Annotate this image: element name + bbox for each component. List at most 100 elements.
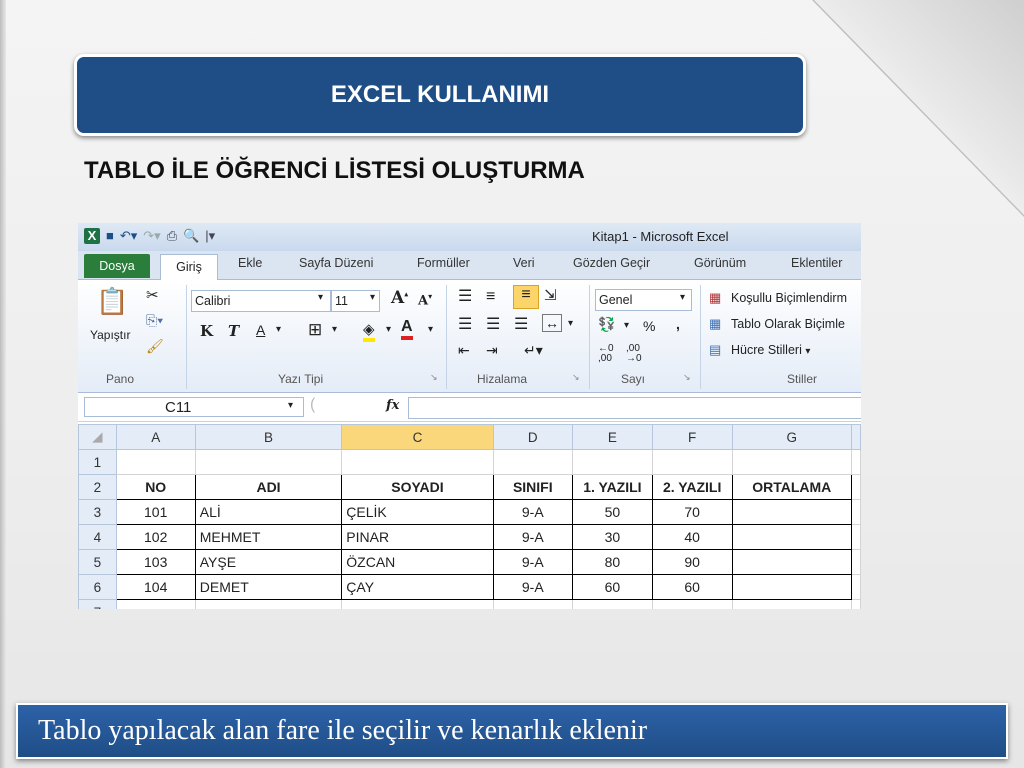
undo-icon[interactable]: ↶▾ xyxy=(120,228,137,244)
align-center-icon[interactable]: ☰ xyxy=(486,314,500,334)
align-top-icon[interactable]: ☰ xyxy=(458,286,472,306)
cell[interactable] xyxy=(731,449,852,475)
format-as-table-icon[interactable]: ▦ xyxy=(709,316,721,332)
print-icon[interactable]: ⎙ xyxy=(167,228,177,244)
number-dialog-launcher-icon[interactable]: ↘ xyxy=(683,372,691,383)
column-header[interactable]: C xyxy=(341,424,494,450)
header-cell[interactable]: SOYADI xyxy=(341,474,494,500)
save-icon[interactable]: ■ xyxy=(106,228,114,244)
fill-color-icon[interactable]: ◈ xyxy=(363,320,375,342)
row-header[interactable]: 6 xyxy=(78,574,117,600)
cell-class[interactable]: 9-A xyxy=(492,574,574,600)
cell-no[interactable]: 104 xyxy=(115,574,196,600)
cell-name[interactable]: ALİ xyxy=(194,499,343,525)
cell-average[interactable] xyxy=(731,499,852,525)
shrink-font-icon[interactable]: A▾ xyxy=(418,291,432,308)
borders-icon[interactable]: ⊞ xyxy=(308,320,322,340)
cell-surname[interactable]: ÇAY xyxy=(341,574,494,600)
worksheet-grid[interactable]: ◢ A B C D E F G 1 2 NO ADI SOYADI SINIFI… xyxy=(78,424,861,609)
name-box[interactable]: C11 xyxy=(84,397,304,417)
cell-average[interactable] xyxy=(731,574,852,600)
select-all-corner[interactable]: ◢ xyxy=(78,424,117,450)
cell-average[interactable] xyxy=(731,524,852,550)
cell-styles-button[interactable]: Hücre Stilleri ▾ xyxy=(731,343,810,357)
cell-exam2[interactable]: 70 xyxy=(651,499,733,525)
increase-decimal-icon[interactable]: ←0,00 xyxy=(598,344,614,364)
cell-average[interactable] xyxy=(731,549,852,575)
decrease-indent-icon[interactable]: ⇤ xyxy=(458,342,470,359)
conditional-formatting-icon[interactable]: ▦ xyxy=(709,290,721,306)
italic-button[interactable]: T xyxy=(228,322,239,340)
row-header[interactable]: 4 xyxy=(78,524,117,550)
cell-name[interactable]: AYŞE xyxy=(194,549,343,575)
name-box-dropdown-icon[interactable]: ▾ xyxy=(288,400,293,411)
cell[interactable] xyxy=(850,549,861,575)
cell-surname[interactable]: PINAR xyxy=(341,524,494,550)
row-header[interactable]: 5 xyxy=(78,549,117,575)
tab-data[interactable]: Veri xyxy=(513,256,535,270)
cell-exam2[interactable]: 40 xyxy=(651,524,733,550)
orientation-icon[interactable]: ⇲ xyxy=(544,286,557,304)
cell[interactable] xyxy=(341,599,494,609)
cell-exam1[interactable]: 80 xyxy=(572,549,653,575)
cell-exam1[interactable]: 30 xyxy=(572,524,653,550)
column-header[interactable]: A xyxy=(115,424,196,450)
wrap-text-icon[interactable]: ↵▾ xyxy=(524,342,543,359)
cell[interactable] xyxy=(850,449,861,475)
conditional-formatting-button[interactable]: Koşullu Biçimlendirm xyxy=(731,291,847,305)
font-name-select[interactable]: Calibri xyxy=(191,290,331,312)
row-header[interactable]: 7 xyxy=(78,599,117,609)
cell-exam1[interactable]: 60 xyxy=(572,574,653,600)
column-header[interactable]: E xyxy=(572,424,653,450)
tab-page-layout[interactable]: Sayfa Düzeni xyxy=(299,256,373,270)
cell[interactable] xyxy=(492,449,574,475)
align-right-icon[interactable]: ☰ xyxy=(514,314,528,334)
format-as-table-button[interactable]: Tablo Olarak Biçimle xyxy=(731,317,845,331)
font-dialog-launcher-icon[interactable]: ↘ xyxy=(430,372,438,383)
paste-button[interactable]: Yapıştır xyxy=(90,328,130,342)
tab-review[interactable]: Gözden Geçir xyxy=(573,256,650,270)
align-middle-icon[interactable]: ≡ xyxy=(486,288,495,306)
row-header[interactable]: 2 xyxy=(78,474,117,500)
cell[interactable] xyxy=(731,599,852,609)
tab-home[interactable]: Giriş xyxy=(160,254,218,280)
column-header[interactable]: F xyxy=(651,424,733,450)
cell-exam2[interactable]: 60 xyxy=(651,574,733,600)
percent-icon[interactable]: % xyxy=(643,318,655,334)
column-header[interactable]: B xyxy=(194,424,343,450)
header-cell[interactable]: ADI xyxy=(194,474,343,500)
cell[interactable] xyxy=(651,449,733,475)
cell-no[interactable]: 102 xyxy=(115,524,196,550)
redo-icon[interactable]: ↷▾ xyxy=(143,228,160,244)
number-format-dropdown-icon[interactable]: ▾ xyxy=(680,292,685,303)
cell-surname[interactable]: ÇELİK xyxy=(341,499,494,525)
comma-style-icon[interactable]: , xyxy=(676,316,680,332)
cell-exam1[interactable]: 50 xyxy=(572,499,653,525)
merge-center-icon[interactable]: ↔ xyxy=(542,314,562,332)
cell[interactable] xyxy=(850,574,861,600)
tab-formulas[interactable]: Formüller xyxy=(417,256,470,270)
font-color-icon[interactable]: A xyxy=(401,318,413,340)
row-header[interactable]: 3 xyxy=(78,499,117,525)
header-cell[interactable]: NO xyxy=(115,474,196,500)
cell-class[interactable]: 9-A xyxy=(492,549,574,575)
cell[interactable] xyxy=(850,474,861,500)
cell[interactable] xyxy=(492,599,574,609)
column-header[interactable]: G xyxy=(731,424,852,450)
font-color-dropdown-icon[interactable]: ▾ xyxy=(428,324,433,335)
cell[interactable] xyxy=(850,599,861,609)
font-size-dropdown-icon[interactable]: ▾ xyxy=(370,292,375,303)
align-left-icon[interactable]: ☰ xyxy=(458,314,472,334)
formula-input[interactable] xyxy=(408,397,861,419)
cell-name[interactable]: MEHMET xyxy=(194,524,343,550)
cell[interactable] xyxy=(341,449,494,475)
cell[interactable] xyxy=(194,599,343,609)
cell[interactable] xyxy=(115,449,196,475)
insert-function-icon[interactable]: fx xyxy=(386,398,399,413)
cell[interactable] xyxy=(572,449,653,475)
worksheet[interactable]: ◢ A B C D E F G 1 2 NO ADI SOYADI SINIFI… xyxy=(78,424,861,609)
header-cell[interactable]: 1. YAZILI xyxy=(572,474,653,500)
header-cell[interactable]: 2. YAZILI xyxy=(651,474,733,500)
increase-indent-icon[interactable]: ⇥ xyxy=(486,342,498,359)
number-format-select[interactable]: Genel xyxy=(595,289,692,311)
